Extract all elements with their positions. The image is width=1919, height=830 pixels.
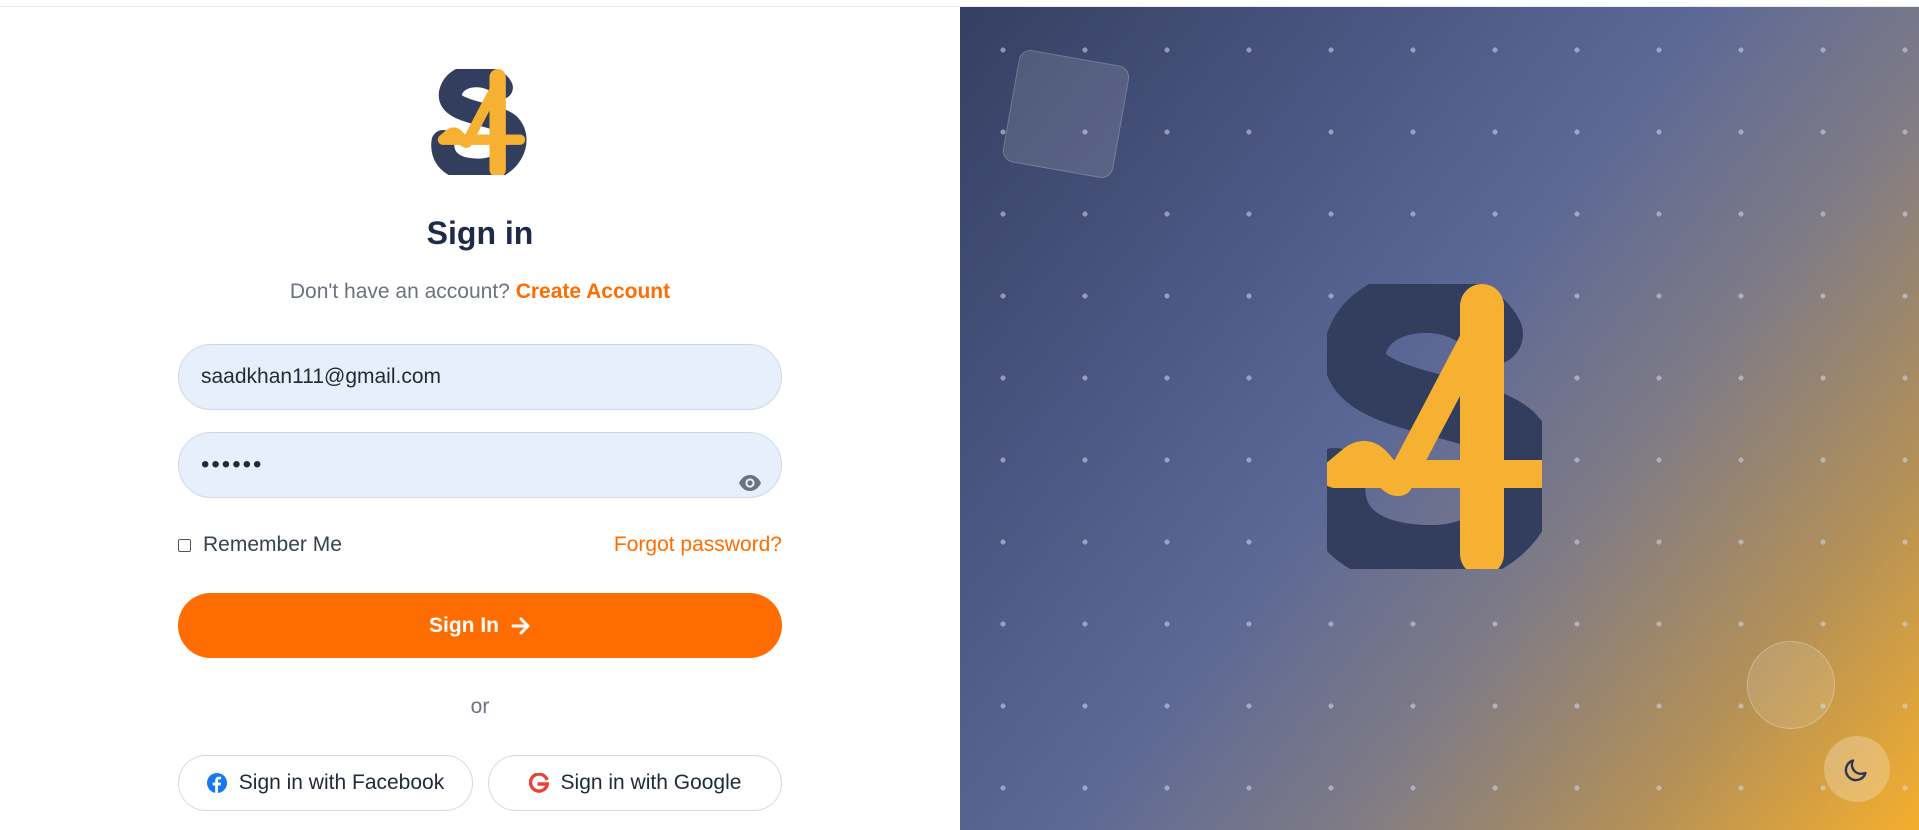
theme-toggle-button[interactable] xyxy=(1824,736,1890,802)
password-field[interactable] xyxy=(178,432,782,498)
google-sign-in-button[interactable]: Sign in with Google xyxy=(488,755,782,811)
sign-in-button-label: Sign In xyxy=(429,613,499,637)
page-title: Sign in xyxy=(426,215,534,251)
no-account-text: Don't have an account? xyxy=(289,280,510,303)
brand-panel xyxy=(960,7,1919,830)
decorative-circle xyxy=(1747,641,1835,729)
google-icon xyxy=(528,773,549,793)
facebook-icon xyxy=(206,773,227,793)
remember-me-label: Remember Me xyxy=(203,533,342,556)
create-account-link[interactable]: Create Account xyxy=(516,280,670,303)
sign-in-panel: Sign in Don't have an account? Create Ac… xyxy=(0,7,960,830)
moon-icon xyxy=(1844,759,1867,782)
or-divider: or xyxy=(470,695,490,718)
remember-me[interactable]: Remember Me xyxy=(178,533,342,557)
decorative-square xyxy=(1000,48,1132,180)
google-button-label: Sign in with Google xyxy=(560,771,742,794)
sign-in-button[interactable]: Sign In xyxy=(178,593,782,658)
remember-me-checkbox[interactable] xyxy=(178,538,191,552)
eye-icon[interactable] xyxy=(738,474,762,492)
facebook-sign-in-button[interactable]: Sign in with Facebook xyxy=(178,755,473,811)
arrow-right-icon xyxy=(511,617,530,634)
forgot-password-link[interactable]: Forgot password? xyxy=(600,533,782,557)
facebook-button-label: Sign in with Facebook xyxy=(238,771,445,794)
signup-prompt: Don't have an account? Create Account xyxy=(0,280,960,304)
email-field[interactable] xyxy=(178,344,782,410)
top-border xyxy=(0,0,1919,7)
s4-logo-icon xyxy=(431,69,527,175)
s4-logo-icon xyxy=(1327,284,1542,569)
